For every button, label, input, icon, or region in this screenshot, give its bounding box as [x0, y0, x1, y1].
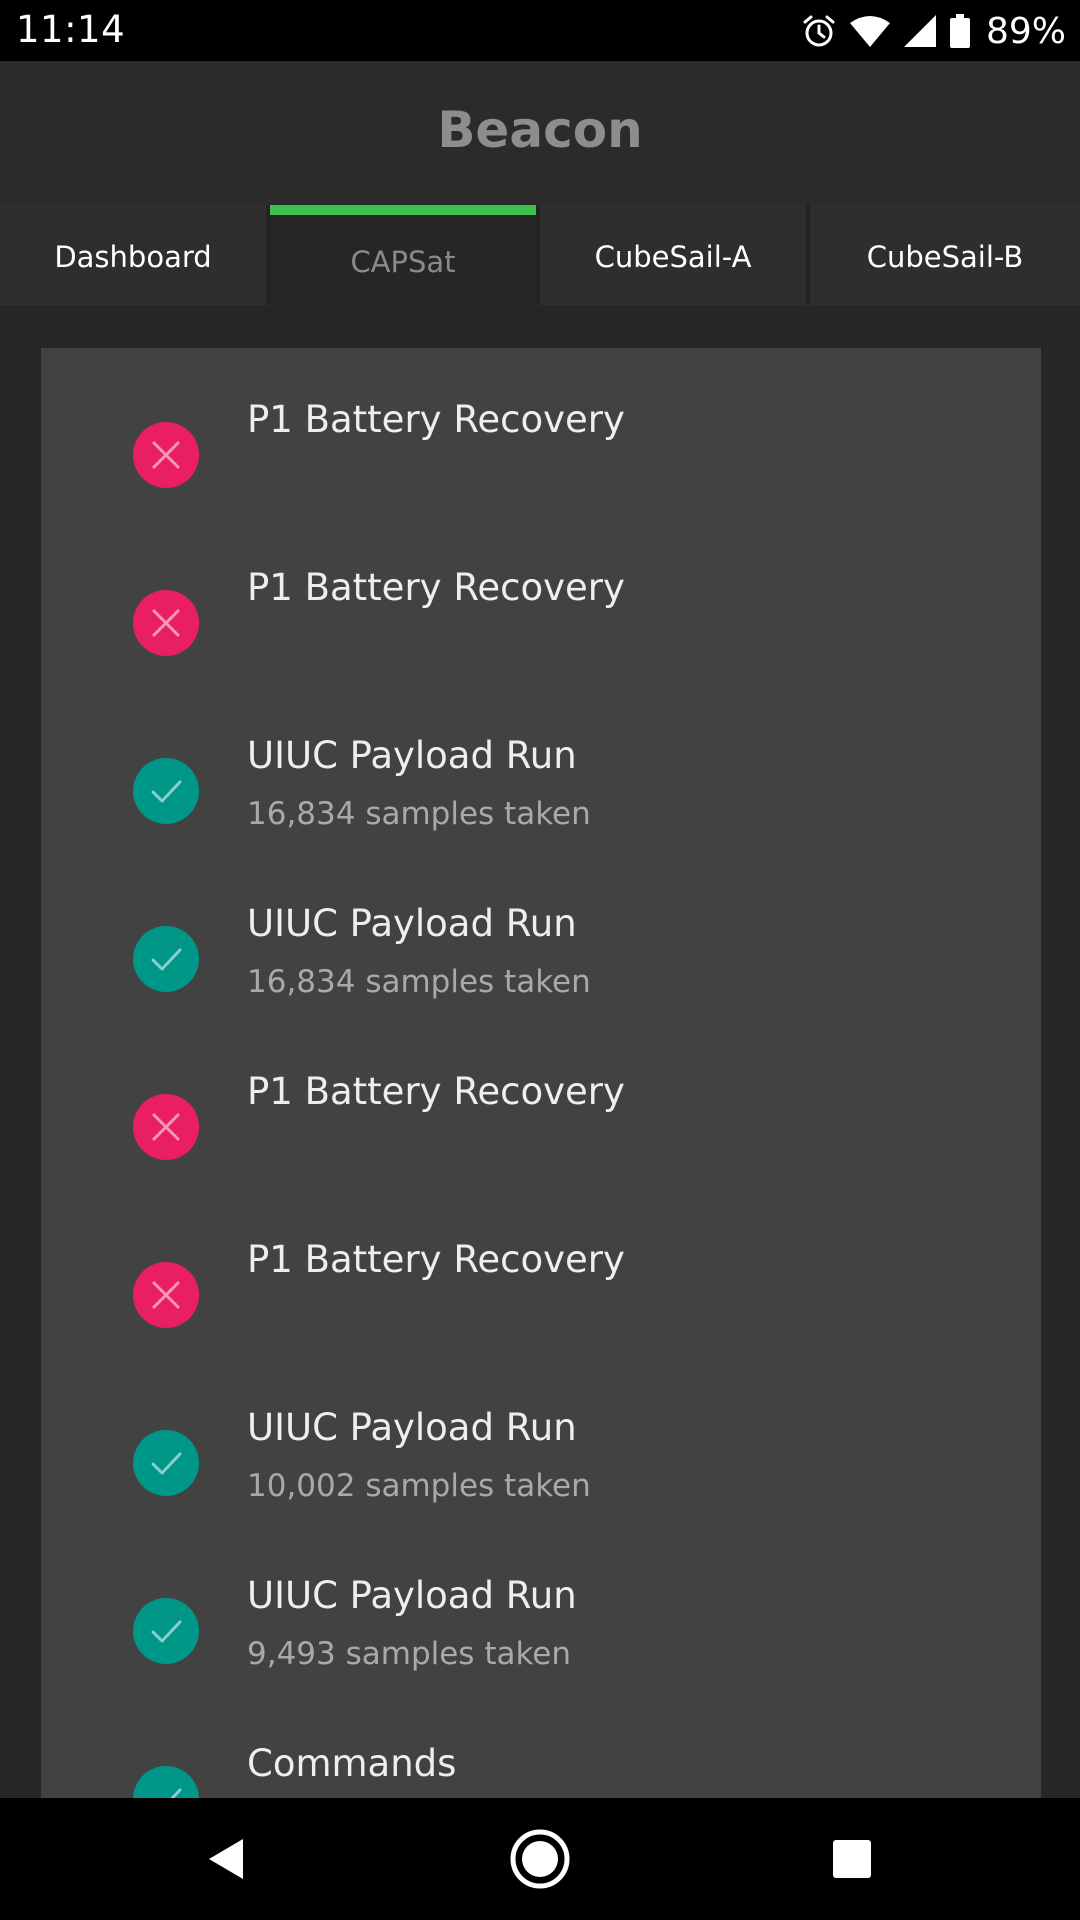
list-item[interactable]: UIUC Payload Run 16,834 samples taken — [41, 852, 1041, 1020]
battery-icon — [949, 14, 970, 48]
list-item[interactable]: UIUC Payload Run 10,002 samples taken — [41, 1356, 1041, 1524]
alarm-icon — [802, 14, 836, 48]
status-bar: 11:14 89% — [0, 0, 1080, 61]
content-area[interactable]: P1 Battery Recovery P1 Battery Recovery … — [0, 306, 1080, 1798]
tab-label: CubeSail-B — [866, 240, 1024, 274]
item-title: P1 Battery Recovery — [247, 398, 625, 441]
tab-bar: Dashboard CAPSat CubeSail-A CubeSail-B — [0, 205, 1080, 305]
navigation-bar — [0, 1798, 1080, 1920]
check-icon — [133, 1430, 199, 1496]
item-title: P1 Battery Recovery — [247, 566, 625, 609]
check-icon — [133, 926, 199, 992]
tab-cubesail-a[interactable]: CubeSail-A — [540, 205, 810, 305]
check-icon — [133, 1766, 199, 1798]
close-icon — [133, 1262, 199, 1328]
item-title: UIUC Payload Run — [247, 902, 577, 945]
item-title: Commands — [247, 1742, 457, 1785]
item-subtitle: 16,834 samples taken — [247, 796, 591, 832]
status-time: 11:14 — [16, 8, 126, 51]
tab-capsat[interactable]: CAPSat — [270, 205, 540, 305]
tab-label: CubeSail-A — [594, 240, 752, 274]
item-subtitle: 10,002 samples taken — [247, 1468, 591, 1504]
list-item[interactable]: P1 Battery Recovery — [41, 516, 1041, 684]
event-list-card: P1 Battery Recovery P1 Battery Recovery … — [41, 348, 1041, 1798]
tab-cubesail-b[interactable]: CubeSail-B — [810, 205, 1080, 305]
list-item[interactable]: UIUC Payload Run 16,834 samples taken — [41, 684, 1041, 852]
item-title: UIUC Payload Run — [247, 734, 577, 777]
item-title: P1 Battery Recovery — [247, 1070, 625, 1113]
check-icon — [133, 1598, 199, 1664]
item-subtitle: 9,493 samples taken — [247, 1636, 572, 1672]
item-subtitle: 16,834 samples taken — [247, 964, 591, 1000]
list-item[interactable]: P1 Battery Recovery — [41, 1188, 1041, 1356]
close-icon — [133, 1094, 199, 1160]
battery-percent: 89% — [985, 10, 1066, 52]
app-title: Beacon — [437, 101, 643, 159]
list-item[interactable]: UIUC Payload Run 9,493 samples taken — [41, 1524, 1041, 1692]
close-icon — [133, 590, 199, 656]
list-item[interactable]: P1 Battery Recovery — [41, 1020, 1041, 1188]
tab-dashboard[interactable]: Dashboard — [0, 205, 270, 305]
recents-icon[interactable] — [772, 1798, 932, 1920]
wifi-icon — [849, 15, 890, 47]
back-icon[interactable] — [147, 1798, 307, 1920]
list-item[interactable]: Commands — [41, 1692, 1041, 1798]
cell-signal-icon — [903, 15, 936, 47]
app-bar: Beacon Dashboard CAPSat CubeSail-A CubeS… — [0, 61, 1080, 306]
check-icon — [133, 758, 199, 824]
close-icon — [133, 422, 199, 488]
item-title: P1 Battery Recovery — [247, 1238, 625, 1281]
item-title: UIUC Payload Run — [247, 1574, 577, 1617]
tab-label: Dashboard — [54, 240, 212, 274]
tab-label: CAPSat — [350, 245, 456, 279]
item-title: UIUC Payload Run — [247, 1406, 577, 1449]
list-item[interactable]: P1 Battery Recovery — [41, 348, 1041, 516]
status-icons: 89% — [802, 8, 1066, 54]
home-icon[interactable] — [460, 1798, 620, 1920]
